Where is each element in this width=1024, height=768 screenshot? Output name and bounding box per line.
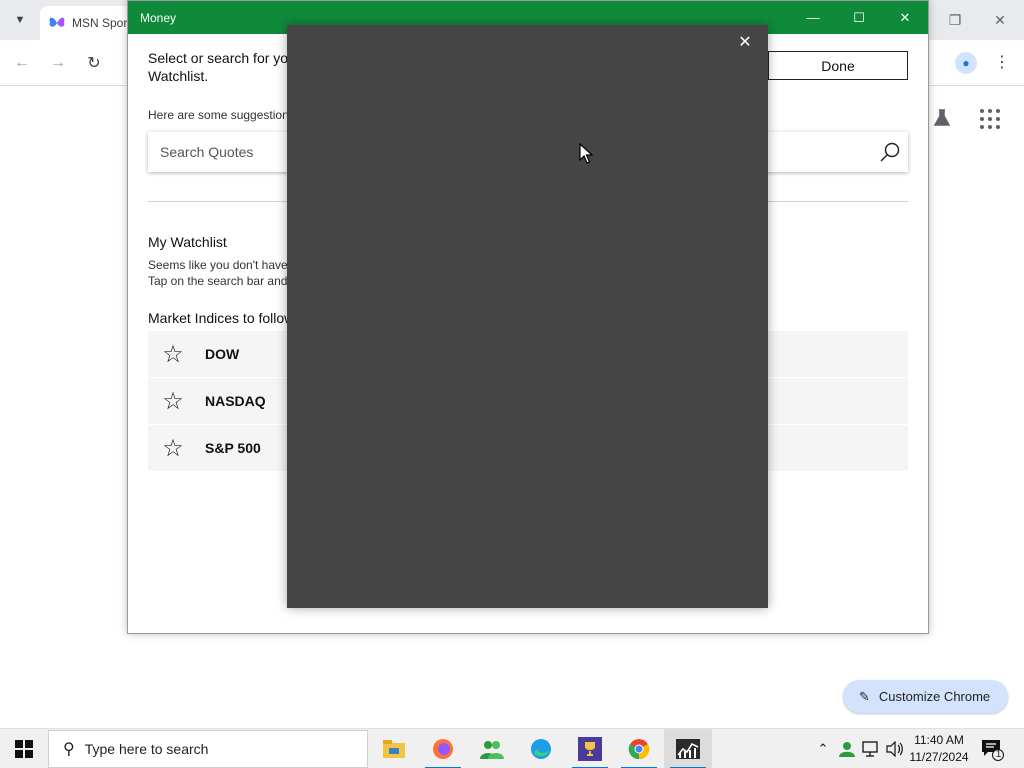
msn-butterfly-icon	[48, 15, 66, 31]
notification-center-button[interactable]: 1	[980, 737, 1004, 761]
chevron-up-icon: ⌃	[817, 741, 829, 756]
search-icon: ⚲	[63, 741, 75, 758]
volume-icon[interactable]	[884, 729, 906, 768]
notification-count: 1	[995, 749, 1002, 760]
system-clock[interactable]: 11:40 AM 11/27/2024	[908, 732, 970, 766]
people-tray-icon[interactable]	[836, 729, 858, 768]
chrome-close-button[interactable]: ✕	[988, 8, 1012, 32]
money-app-icon[interactable]	[664, 729, 712, 768]
more-vert-icon: ⋮	[994, 54, 1010, 71]
tab-search-button[interactable]: ▼	[8, 8, 32, 32]
chevron-down-icon: ▼	[14, 14, 26, 26]
profile-button[interactable]: ●	[955, 52, 977, 74]
close-window-button[interactable]: ✕	[882, 1, 928, 34]
maximize-button[interactable]: ☐	[836, 1, 882, 34]
close-icon: ✕	[994, 11, 1006, 28]
forward-button[interactable]: →	[45, 50, 71, 76]
restore-icon: ❐	[948, 11, 962, 28]
star-outline-icon[interactable]: ☆	[148, 434, 198, 463]
watchlist-empty-line: Seems like you don't have	[148, 258, 288, 272]
firefox-icon[interactable]	[419, 729, 467, 768]
file-explorer-icon[interactable]	[370, 729, 418, 768]
close-icon: ✕	[738, 34, 752, 51]
index-name: S&P 500	[205, 440, 261, 456]
people-app-icon[interactable]	[468, 729, 516, 768]
google-apps-icon[interactable]	[978, 107, 1002, 131]
show-hidden-icons-button[interactable]: ⌃	[812, 729, 834, 768]
clock-date: 11/27/2024	[909, 750, 969, 764]
reload-icon: ↻	[87, 55, 101, 72]
start-button[interactable]	[0, 729, 48, 768]
my-watchlist-heading: My Watchlist	[148, 234, 227, 250]
customize-chrome-label: Customize Chrome	[878, 689, 991, 704]
trophy-app-icon[interactable]	[566, 729, 614, 768]
windows-taskbar: ⚲ Type here to search ⌃ 11:40 AM 11/27/2…	[0, 728, 1024, 768]
network-icon[interactable]	[860, 729, 882, 768]
mouse-cursor-icon	[579, 142, 594, 165]
minimize-button[interactable]: —	[790, 1, 836, 34]
index-name: NASDAQ	[205, 393, 266, 409]
market-indices-heading: Market Indices to follow	[148, 310, 295, 326]
search-icon[interactable]	[878, 140, 902, 164]
star-outline-icon[interactable]: ☆	[148, 387, 198, 416]
back-button[interactable]: ←	[9, 50, 35, 76]
edge-icon[interactable]	[517, 729, 565, 768]
minimize-icon: —	[806, 10, 820, 25]
labs-flask-icon[interactable]	[930, 108, 954, 132]
window-title: Money	[140, 11, 177, 25]
overlay-dialog: ✕	[287, 25, 768, 608]
clock-time: 11:40 AM	[914, 733, 964, 747]
taskbar-search-placeholder: Type here to search	[84, 741, 209, 757]
arrow-left-icon: ←	[14, 54, 30, 71]
chrome-icon[interactable]	[615, 729, 663, 768]
suggestions-text: Here are some suggestions	[148, 108, 295, 122]
dialog-close-button[interactable]: ✕	[735, 32, 755, 52]
star-outline-icon[interactable]: ☆	[148, 340, 198, 369]
index-name: DOW	[205, 346, 240, 362]
pencil-icon: ✎	[859, 688, 870, 704]
person-icon: ●	[962, 56, 970, 70]
watchlist-empty-message: Seems like you don't have Tap on the sea…	[148, 257, 288, 289]
maximize-icon: ☐	[853, 9, 865, 25]
reload-button[interactable]: ↻	[81, 50, 107, 76]
windows-logo-icon	[15, 740, 33, 758]
watchlist-empty-line: Tap on the search bar and	[148, 274, 288, 288]
done-button[interactable]: Done	[768, 51, 908, 80]
close-icon: ✕	[899, 9, 911, 25]
chrome-restore-button[interactable]: ❐	[943, 8, 967, 32]
arrow-right-icon: →	[50, 54, 66, 71]
taskbar-search-box[interactable]: ⚲ Type here to search	[48, 730, 368, 768]
chrome-menu-button[interactable]: ⋮	[992, 52, 1012, 74]
customize-chrome-button[interactable]: ✎ Customize Chrome	[843, 680, 1008, 713]
